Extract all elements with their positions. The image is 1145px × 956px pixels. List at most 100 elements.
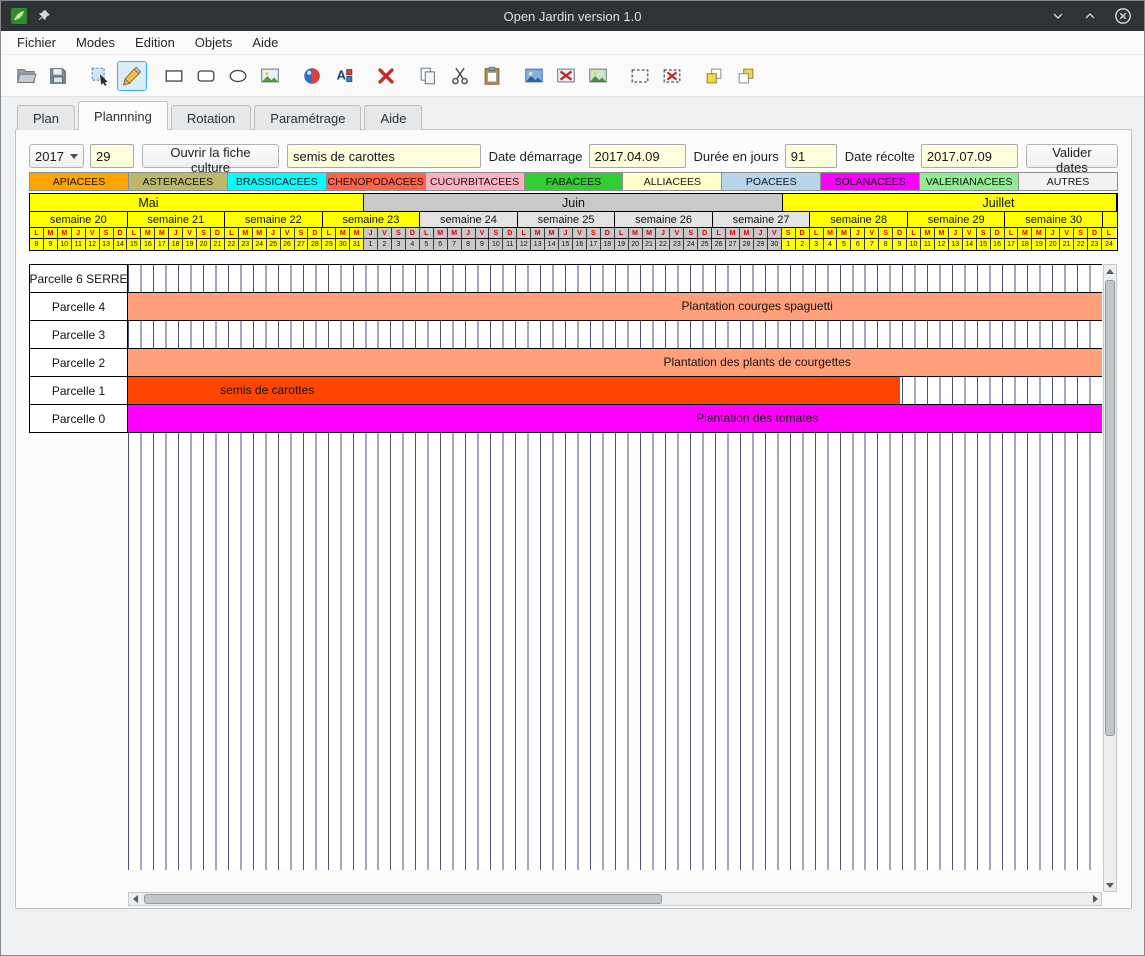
maximize-icon[interactable] <box>1082 8 1098 24</box>
day-letter: D <box>405 228 420 238</box>
vertical-scrollbar-thumb[interactable] <box>1105 280 1115 736</box>
gantt-row[interactable]: Plantation des plants de courgettes <box>128 349 1102 377</box>
ellipse-button[interactable] <box>223 61 253 91</box>
day-number: 19 <box>1032 239 1047 250</box>
day-number: 20 <box>197 239 211 250</box>
duree-input[interactable] <box>784 144 837 168</box>
menu-item-fichier[interactable]: Fichier <box>7 32 66 53</box>
selection-delete-button[interactable] <box>657 61 687 91</box>
raise-button[interactable] <box>699 61 729 91</box>
day-letter: M <box>155 228 170 238</box>
day-letter: D <box>210 228 225 238</box>
copy-button[interactable] <box>413 61 443 91</box>
vertical-scrollbar[interactable] <box>1103 264 1117 892</box>
gantt-row[interactable] <box>128 265 1102 293</box>
day-number: 30 <box>767 239 782 250</box>
tab-parametrage[interactable]: Paramétrage <box>254 105 362 130</box>
day-number: 12 <box>85 239 100 250</box>
scroll-left-icon[interactable] <box>129 893 141 905</box>
date-recolte-label: Date récolte <box>844 148 915 164</box>
menu-item-modes[interactable]: Modes <box>66 32 125 53</box>
horizontal-scrollbar[interactable] <box>128 892 1102 906</box>
day-letter: M <box>447 228 462 238</box>
image-button[interactable] <box>255 61 285 91</box>
month-label: Mai <box>138 195 159 210</box>
week-cell: semaine 28 <box>810 212 908 227</box>
menu-item-edition[interactable]: Edition <box>125 32 185 53</box>
image-add-button[interactable] <box>583 61 613 91</box>
shade-icon[interactable] <box>1050 8 1066 24</box>
day-number: 21 <box>210 239 225 250</box>
gantt-grid[interactable]: Plantation courges spaguetti Plantation d… <box>128 264 1102 870</box>
delete-button[interactable] <box>371 61 401 91</box>
gantt-row[interactable]: Plantation courges spaguetti <box>128 293 1102 321</box>
pencil-button[interactable] <box>117 60 147 91</box>
lower-button[interactable] <box>731 61 761 91</box>
date-demarrage-input[interactable] <box>588 144 686 168</box>
open-button[interactable] <box>11 61 41 91</box>
rectangle-button[interactable] <box>159 61 189 91</box>
select-button[interactable] <box>85 61 115 91</box>
year-select[interactable]: 2017 <box>29 144 85 168</box>
gantt-row[interactable] <box>128 321 1102 349</box>
ellipse-icon <box>227 65 249 87</box>
culture-bar[interactable] <box>128 349 1102 376</box>
day-number: 6 <box>433 239 448 250</box>
horizontal-scrollbar-thumb[interactable] <box>144 894 662 904</box>
tab-plan[interactable]: Plan <box>17 105 76 130</box>
family-valerianacees: VALERIANACEES <box>920 173 1020 190</box>
image-icon <box>259 65 281 87</box>
day-letter: D <box>795 228 810 238</box>
image-export-button[interactable] <box>519 61 549 91</box>
open-fiche-button[interactable]: Ouvrir la fiche culture <box>142 144 279 175</box>
titlebar[interactable]: Open Jardin version 1.0 <box>1 1 1144 31</box>
scroll-down-icon[interactable] <box>1104 879 1116 891</box>
day-letter: J <box>169 228 184 238</box>
tab-aide[interactable]: Aide <box>364 105 423 130</box>
save-button[interactable] <box>43 61 73 91</box>
color-ball-button[interactable] <box>297 61 327 91</box>
day-letter: M <box>823 228 838 238</box>
day-number: 18 <box>600 239 615 250</box>
image-delete-button[interactable] <box>551 61 581 91</box>
pin-icon[interactable] <box>37 9 51 23</box>
valider-dates-button[interactable]: Valider dates <box>1025 144 1118 175</box>
scroll-right-icon[interactable] <box>1089 893 1101 905</box>
day-number: 24 <box>1101 239 1116 250</box>
day-number: 6 <box>851 239 866 250</box>
tab-rotation[interactable]: Rotation <box>170 105 252 130</box>
date-recolte-input[interactable] <box>920 144 1018 168</box>
cut-button[interactable] <box>445 61 475 91</box>
day-letter: L <box>1101 228 1116 238</box>
menu-item-objets[interactable]: Objets <box>185 32 243 53</box>
week-input[interactable] <box>90 144 135 168</box>
culture-bar[interactable] <box>128 293 1102 320</box>
culture-bar[interactable] <box>128 405 1102 432</box>
day-number: 7 <box>447 239 462 250</box>
selection-icon <box>629 65 651 87</box>
day-number: 1 <box>364 239 379 250</box>
selection-button[interactable] <box>625 61 655 91</box>
rounded-rectangle-button[interactable] <box>191 61 221 91</box>
font-color-button[interactable]: A <box>329 61 359 91</box>
day-number: 14 <box>545 239 560 250</box>
toolbar-group <box>699 61 761 91</box>
close-icon[interactable] <box>1114 7 1132 25</box>
gantt-row[interactable]: Plantation des tomates <box>128 405 1102 433</box>
day-number: 5 <box>419 239 434 250</box>
gantt-row[interactable]: semis de carottes <box>128 377 1102 405</box>
day-letter: J <box>71 228 86 238</box>
family-asteracees: ASTERACEES <box>128 173 228 190</box>
week-cell: semaine 29 <box>907 212 1006 227</box>
scroll-up-icon[interactable] <box>1104 265 1116 277</box>
tab-plannning[interactable]: Plannning <box>78 101 168 130</box>
paste-button[interactable] <box>477 61 507 91</box>
day-number: 29 <box>753 239 768 250</box>
day-letter: V <box>85 228 100 238</box>
family-legend: APIACEES ASTERACEES BRASSICACEES CHENOPODAC… <box>29 172 1118 191</box>
tab-bar: Plan Plannning Rotation Paramétrage Aide <box>17 101 425 130</box>
day-number: 13 <box>531 239 546 250</box>
day-number: 4 <box>823 239 838 250</box>
culture-input[interactable] <box>287 144 481 168</box>
menu-item-aide[interactable]: Aide <box>242 32 288 53</box>
